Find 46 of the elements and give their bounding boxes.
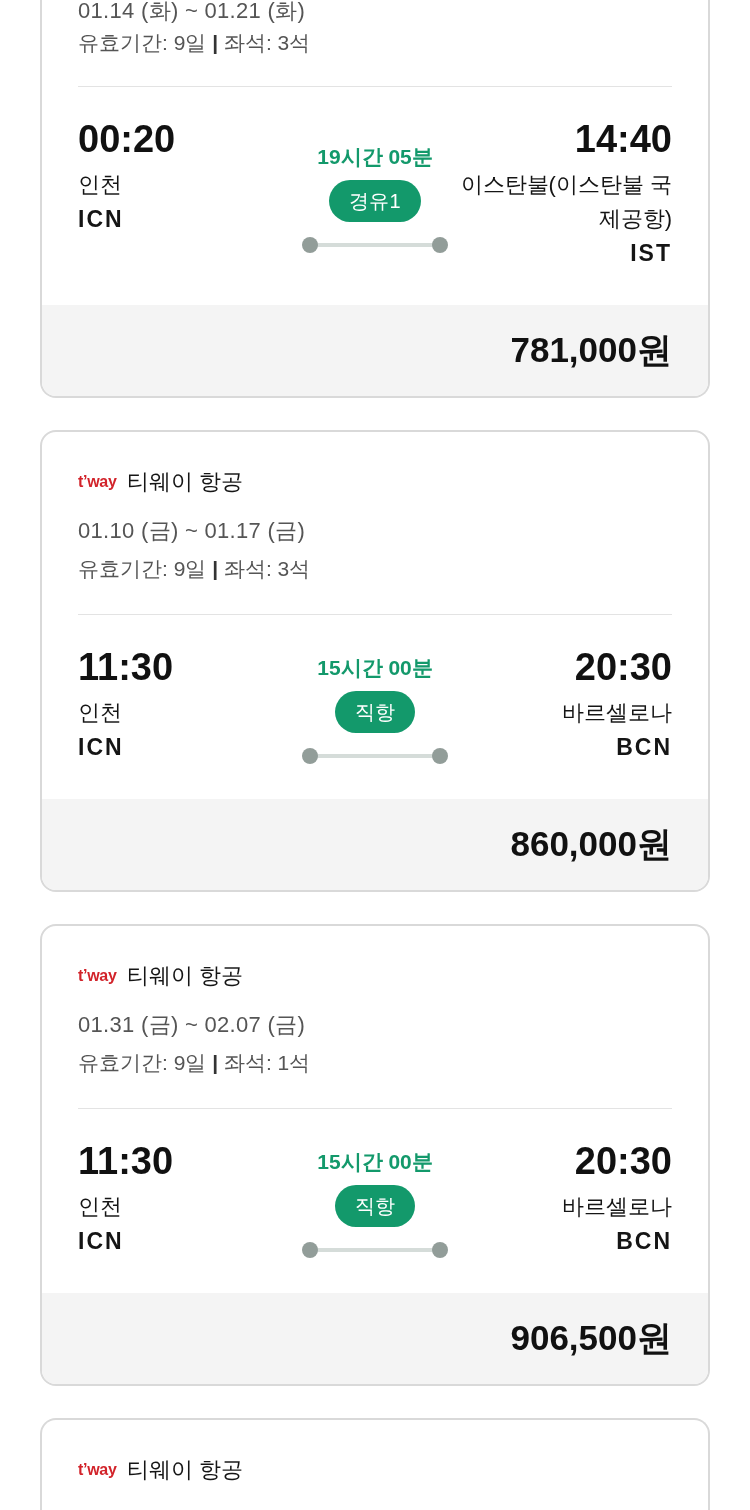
flight-card[interactable]: t’way 티웨이 항공 bbox=[40, 1418, 710, 1510]
route-line-icon bbox=[302, 748, 448, 764]
travel-dates: 01.31 (금) ~ 02.07 (금) bbox=[78, 1011, 306, 1039]
arrival-airport-code: BCN bbox=[616, 733, 672, 762]
flight-card[interactable]: 01.14 (화) ~ 01.21 (화) 유효기간: 9일 | 좌석: 3석 00:20 인천 ICN 19시간 05분 경유1 14:40 이스탄불(이스탄불 국제공항) IST 781,000원 bbox=[40, 0, 710, 398]
departure-airport-code: ICN bbox=[78, 1227, 124, 1256]
airline-logo: t’way bbox=[78, 967, 117, 985]
flight-card[interactable]: t’way 티웨이 항공 01.10 (금) ~ 01.17 (금) 유효기간: 9일 | 좌석: 3석 11:30 인천 ICN 15시간 00분 직항 20:30 바르셀로나 BCN 860,000원 bbox=[40, 430, 710, 892]
arrival-time: 14:40 bbox=[574, 117, 672, 161]
departure-airport-code: ICN bbox=[78, 733, 124, 762]
arrival-city: 바르셀로나 bbox=[562, 1193, 672, 1221]
arrival-time: 20:30 bbox=[574, 1139, 672, 1183]
validity-seats-text: 유효기간: 9일 | 좌석: 3석 bbox=[78, 30, 312, 56]
departure-airport-code: ICN bbox=[78, 205, 124, 234]
stops-badge: 경유1 bbox=[329, 180, 421, 222]
arrival-city: 이스탄불(이스탄불 국제공항) bbox=[459, 171, 672, 233]
stops-badge: 직항 bbox=[335, 691, 415, 733]
flight-duration: 15시간 00분 bbox=[317, 1150, 433, 1174]
departure-city: 인천 bbox=[78, 1193, 122, 1221]
airline-name: 티웨이 항공 bbox=[126, 1458, 243, 1482]
travel-dates: 01.14 (화) ~ 01.21 (화) bbox=[78, 0, 306, 22]
validity-seats-text: 유효기간: 9일 | 좌석: 1석 bbox=[78, 1050, 312, 1076]
arrival-airport-code: BCN bbox=[616, 1227, 672, 1256]
price-text: 781,000원 bbox=[510, 329, 672, 371]
departure-city: 인천 bbox=[78, 699, 122, 727]
airline-logo: t’way bbox=[78, 473, 117, 491]
departure-time: 11:30 bbox=[78, 645, 174, 689]
airline-logo: t’way bbox=[78, 1461, 117, 1479]
arrival-time: 20:30 bbox=[574, 645, 672, 689]
price-text: 860,000원 bbox=[510, 823, 672, 865]
airline-name: 티웨이 항공 bbox=[126, 470, 243, 494]
departure-time: 11:30 bbox=[78, 1139, 174, 1183]
travel-dates: 01.10 (금) ~ 01.17 (금) bbox=[78, 517, 306, 545]
airline-name: 티웨이 항공 bbox=[126, 964, 243, 988]
arrival-city: 바르셀로나 bbox=[562, 699, 672, 727]
arrival-airport-code: IST bbox=[630, 239, 672, 268]
departure-time: 00:20 bbox=[78, 117, 176, 161]
departure-city: 인천 bbox=[78, 171, 122, 199]
route-line-icon bbox=[302, 237, 448, 253]
flight-duration: 19시간 05분 bbox=[317, 145, 433, 169]
route-line-icon bbox=[302, 1242, 448, 1258]
flight-card[interactable]: t’way 티웨이 항공 01.31 (금) ~ 02.07 (금) 유효기간: 9일 | 좌석: 1석 11:30 인천 ICN 15시간 00분 직항 20:30 바르셀로나 BCN 906,500원 bbox=[40, 924, 710, 1386]
stops-badge: 직항 bbox=[335, 1185, 415, 1227]
price-text: 906,500원 bbox=[510, 1317, 672, 1359]
validity-seats-text: 유효기간: 9일 | 좌석: 3석 bbox=[78, 556, 312, 582]
flight-duration: 15시간 00분 bbox=[317, 656, 433, 680]
